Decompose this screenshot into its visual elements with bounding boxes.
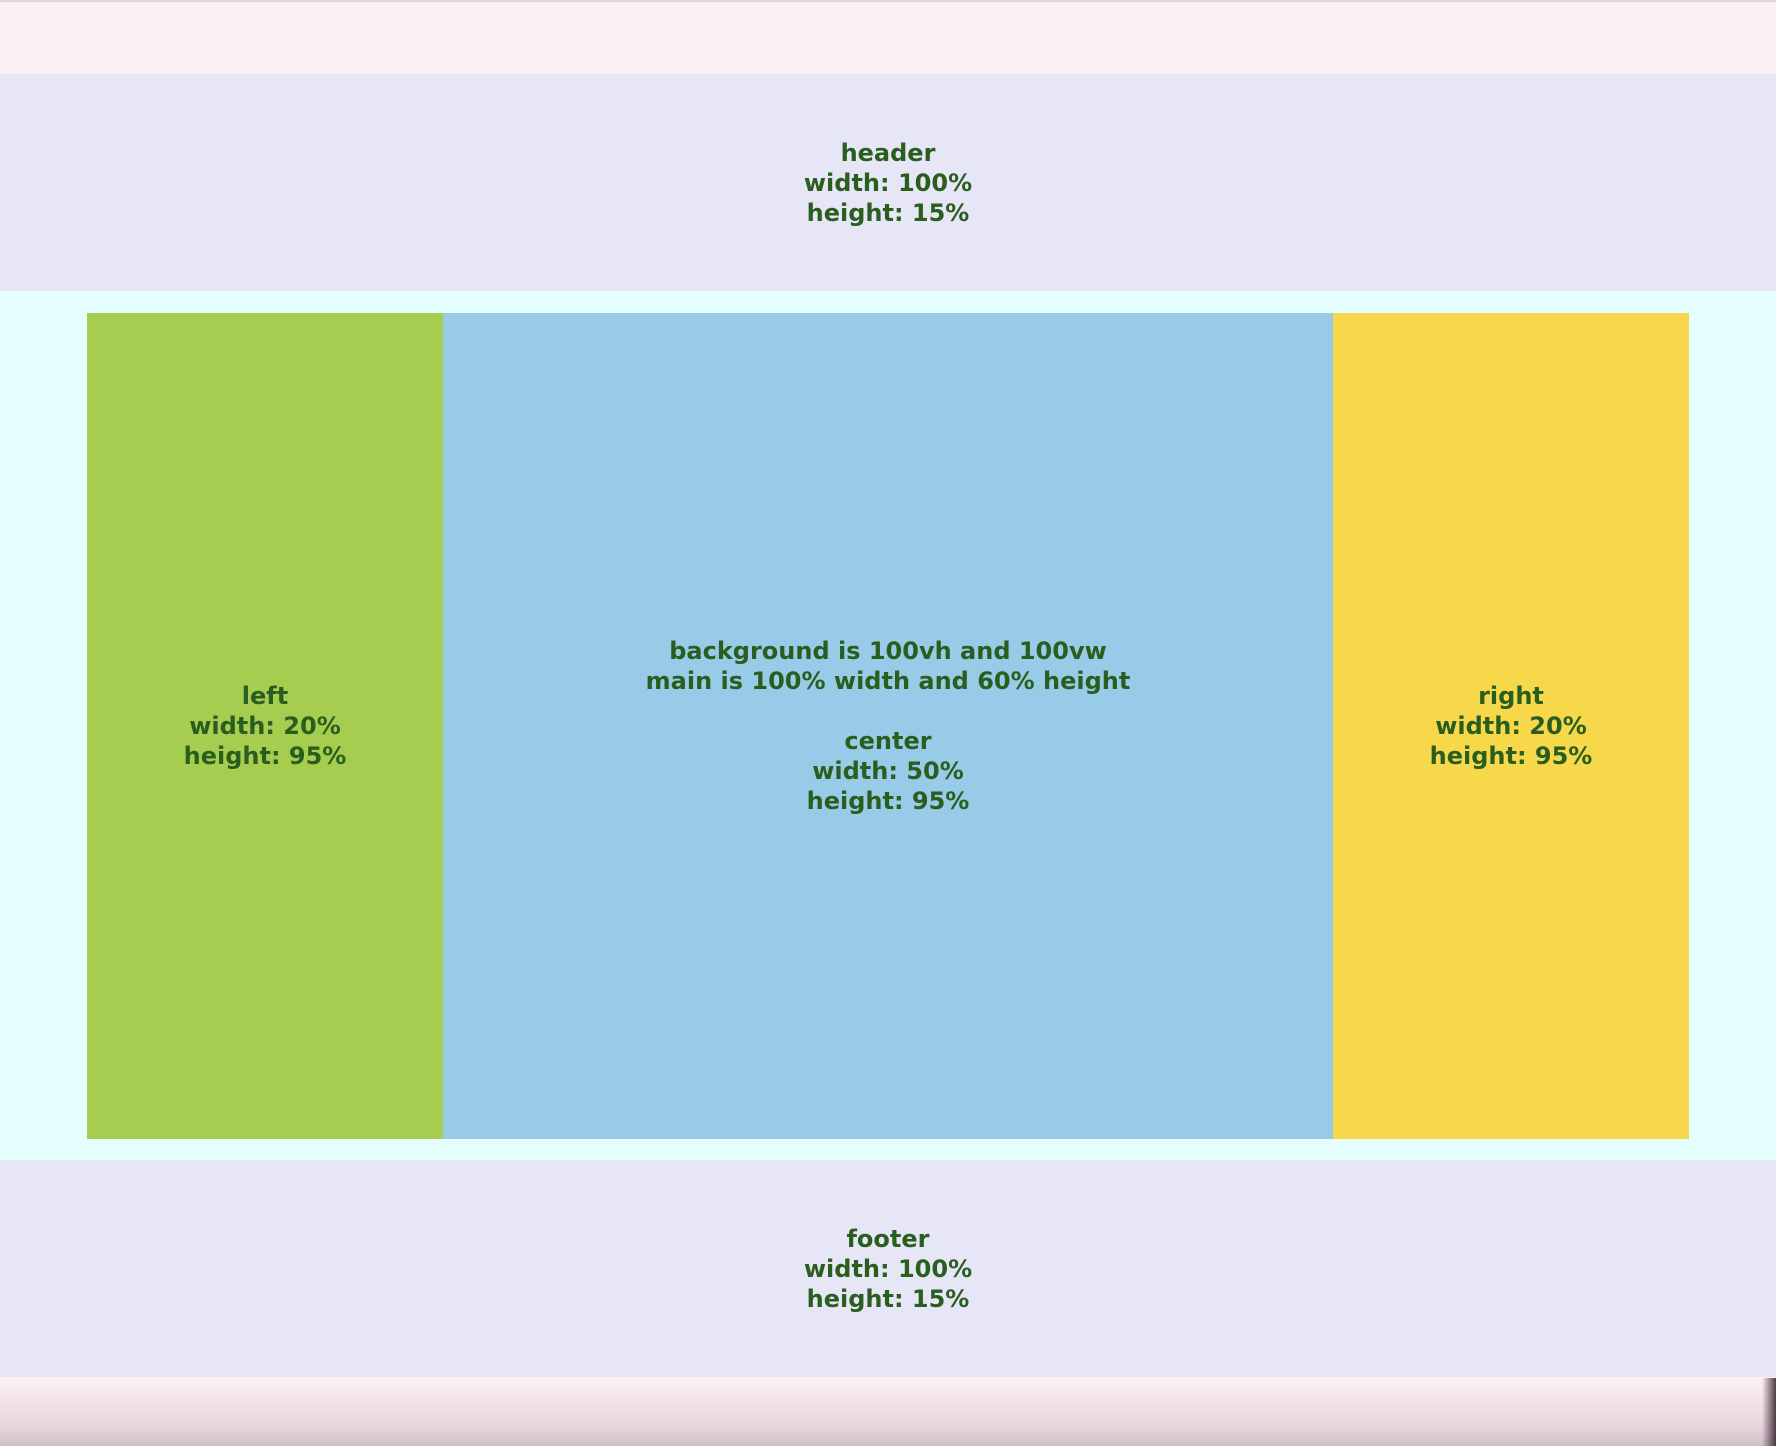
center-panel: background is 100vh and 100vw main is 10… bbox=[443, 313, 1333, 1139]
right-panel: right width: 20% height: 95% bbox=[1333, 313, 1689, 1139]
right-height: height: 95% bbox=[1429, 742, 1593, 770]
footer-width: width: 100% bbox=[803, 1254, 973, 1283]
footer-label: footer width: 100% height: 15% bbox=[804, 1224, 972, 1314]
right-width: width: 20% bbox=[1435, 712, 1587, 740]
bottom-corner-shadow bbox=[1762, 1378, 1776, 1446]
bottom-shadow bbox=[0, 1378, 1776, 1446]
left-width: width: 20% bbox=[189, 712, 341, 740]
header-label: header width: 100% height: 15% bbox=[804, 138, 972, 228]
center-title: center bbox=[844, 727, 932, 755]
header: header width: 100% height: 15% bbox=[0, 74, 1776, 291]
center-intro-background: background is 100vh and 100vw bbox=[669, 637, 1107, 665]
background: header width: 100% height: 15% left widt… bbox=[0, 0, 1776, 1446]
left-title: left bbox=[241, 682, 289, 710]
center-intro-main: main is 100% width and 60% height bbox=[645, 667, 1131, 695]
left-height: height: 95% bbox=[183, 742, 347, 770]
header-height: height: 15% bbox=[806, 198, 970, 227]
header-title: header bbox=[840, 138, 936, 167]
center-spacer bbox=[646, 696, 1131, 726]
center-height: height: 95% bbox=[806, 787, 970, 815]
right-title: right bbox=[1478, 682, 1544, 710]
footer-title: footer bbox=[846, 1224, 930, 1253]
header-width: width: 100% bbox=[803, 168, 973, 197]
center-width: width: 50% bbox=[812, 757, 964, 785]
top-border bbox=[0, 0, 1776, 2]
right-label: right width: 20% height: 95% bbox=[1430, 681, 1593, 771]
left-label: left width: 20% height: 95% bbox=[184, 681, 347, 771]
footer-height: height: 15% bbox=[806, 1284, 970, 1313]
main: left width: 20% height: 95% background i… bbox=[0, 291, 1776, 1160]
footer: footer width: 100% height: 15% bbox=[0, 1160, 1776, 1377]
left-panel: left width: 20% height: 95% bbox=[87, 313, 443, 1139]
center-label: background is 100vh and 100vw main is 10… bbox=[646, 636, 1131, 816]
